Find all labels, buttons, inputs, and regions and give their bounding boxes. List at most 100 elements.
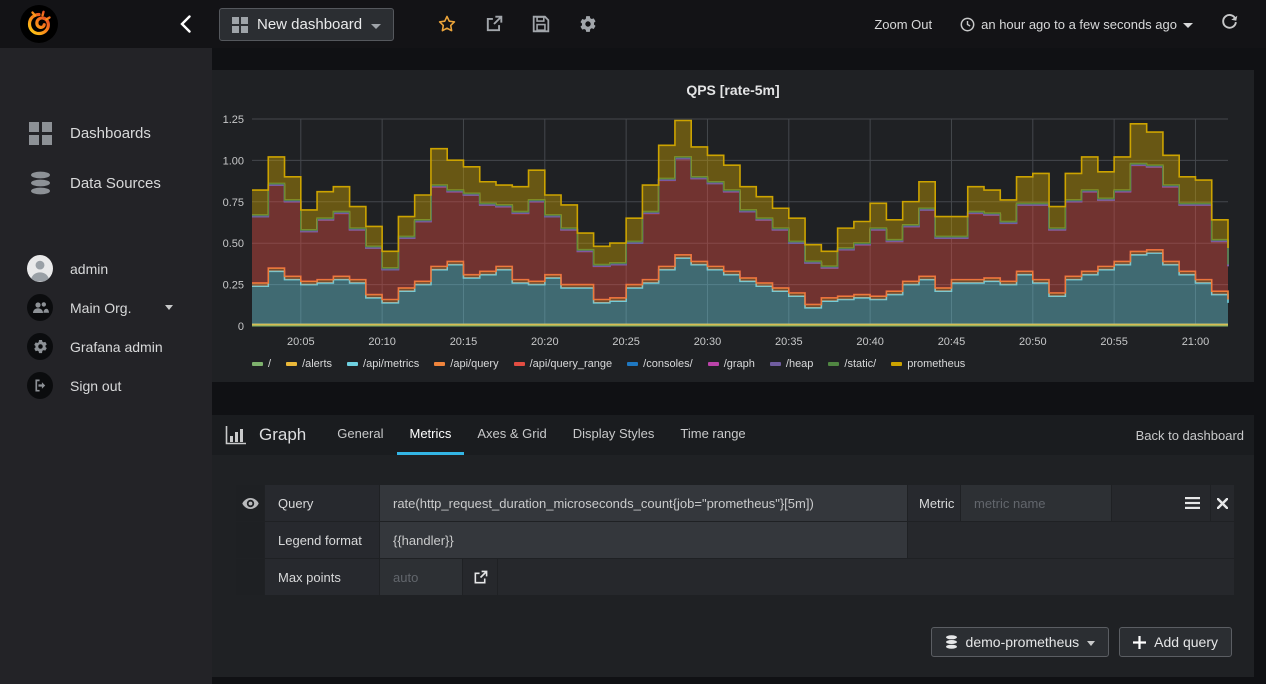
- svg-text:0.25: 0.25: [223, 280, 244, 292]
- svg-text:20:40: 20:40: [856, 336, 884, 348]
- tab-metrics[interactable]: Metrics: [396, 415, 465, 455]
- top-navbar: New dashboard Zoom Out an hour ago to a …: [0, 0, 1266, 48]
- legend-color-chip: [769, 362, 781, 366]
- query-expression-input[interactable]: rate(http_request_duration_microseconds_…: [380, 485, 907, 521]
- svg-text:0: 0: [238, 321, 244, 333]
- legend-item[interactable]: /api/query_range: [513, 358, 613, 370]
- legend-series-label: prometheus: [907, 358, 966, 370]
- back-to-dashboard-link[interactable]: Back to dashboard: [1136, 415, 1254, 455]
- legend-series-label: /consoles/: [643, 358, 693, 370]
- grid-icon: [27, 121, 53, 145]
- add-query-button[interactable]: Add query: [1119, 627, 1232, 657]
- tab-general[interactable]: General: [324, 415, 396, 455]
- metric-name-input[interactable]: metric name: [961, 485, 1111, 521]
- legend-series-label: /: [268, 358, 272, 370]
- navbar-action-icons: [438, 0, 597, 48]
- legend-item[interactable]: /static/: [828, 358, 876, 370]
- panel-title[interactable]: QPS [rate-5m]: [212, 82, 1254, 98]
- svg-text:20:30: 20:30: [694, 336, 722, 348]
- toggle-query-visibility-button[interactable]: [236, 485, 264, 521]
- chevron-down-icon: [1183, 22, 1193, 28]
- legend-item[interactable]: /graph: [707, 358, 755, 370]
- star-icon[interactable]: [438, 15, 456, 33]
- legend-item[interactable]: /api/query: [434, 358, 499, 370]
- legend-item[interactable]: prometheus: [891, 358, 965, 370]
- zoom-out-button[interactable]: Zoom Out: [874, 17, 932, 32]
- panel-type-label: Graph: [259, 425, 307, 444]
- sidebar-item-label: Grafana admin: [70, 338, 163, 355]
- legend-item[interactable]: /alerts: [286, 358, 332, 370]
- legend-item[interactable]: /consoles/: [627, 358, 693, 370]
- legend-format-input[interactable]: {{handler}}: [380, 522, 907, 558]
- refresh-icon[interactable]: [1221, 13, 1238, 35]
- time-range-picker[interactable]: an hour ago to a few seconds ago: [960, 17, 1193, 32]
- database-icon: [27, 171, 53, 195]
- tab-time-range[interactable]: Time range: [667, 415, 758, 455]
- gear-icon: [27, 333, 53, 360]
- query-menu-button[interactable]: [1112, 485, 1210, 521]
- panel-editor: Graph General Metrics Axes & Grid Displa…: [212, 415, 1254, 677]
- svg-text:0.75: 0.75: [223, 197, 244, 209]
- editor-body: Query rate(http_request_duration_microse…: [212, 455, 1254, 677]
- chevron-down-icon: [1087, 641, 1096, 646]
- share-icon[interactable]: [485, 15, 503, 33]
- legend-series-label: /graph: [723, 358, 755, 370]
- row-filler: [498, 559, 1234, 595]
- legend-color-chip: [434, 362, 446, 366]
- legend-item[interactable]: /heap: [769, 358, 814, 370]
- qps-stacked-area-chart[interactable]: 0 0.25 0.50 0.75 1.00 1.25 20:05 20:10 20:15 20:2…: [220, 109, 1246, 351]
- users-icon: [27, 294, 53, 321]
- svg-text:20:45: 20:45: [938, 336, 966, 348]
- legend-item[interactable]: /: [252, 358, 271, 370]
- legend-color-chip: [627, 362, 639, 366]
- database-icon: [945, 635, 957, 649]
- sidebar-item-label: Dashboards: [70, 124, 151, 142]
- sidebar-item-label: Main Org.: [70, 299, 132, 316]
- share-icon: [474, 570, 487, 583]
- tab-axes-grid[interactable]: Axes & Grid: [464, 415, 559, 455]
- legend-series-label: /api/query_range: [529, 358, 613, 370]
- legend-series-label: /static/: [844, 358, 877, 370]
- query-export-button[interactable]: [463, 559, 497, 595]
- sidebar: Dashboards Data Sources admin Main Org.: [0, 48, 212, 684]
- gear-icon[interactable]: [579, 15, 597, 33]
- svg-text:20:05: 20:05: [287, 336, 315, 348]
- legend-series-label: /api/query: [450, 358, 499, 370]
- sidebar-item-data-sources[interactable]: Data Sources: [0, 158, 212, 208]
- legend-color-chip: [252, 362, 263, 366]
- hamburger-icon: [1185, 497, 1200, 509]
- remove-query-button[interactable]: [1211, 485, 1234, 521]
- max-points-input[interactable]: auto: [380, 559, 462, 595]
- sidebar-item-label: admin: [70, 260, 109, 277]
- save-icon[interactable]: [532, 15, 550, 33]
- eye-icon: [241, 497, 259, 509]
- sidebar-item-main-org[interactable]: Main Org.: [0, 288, 212, 327]
- metric-label: Metric: [908, 485, 960, 521]
- editor-header: Graph General Metrics Axes & Grid Displa…: [212, 415, 1254, 455]
- datasource-dropdown-button[interactable]: demo-prometheus: [930, 627, 1110, 657]
- svg-text:0.50: 0.50: [223, 238, 244, 250]
- dashboard-picker-button[interactable]: New dashboard: [219, 8, 395, 41]
- collapse-sidebar-chevron-icon[interactable]: [175, 13, 195, 35]
- svg-text:1.25: 1.25: [223, 114, 244, 126]
- sidebar-item-sign-out[interactable]: Sign out: [0, 366, 212, 405]
- legend-item[interactable]: /api/metrics: [347, 358, 419, 370]
- chevron-down-icon: [165, 305, 174, 310]
- editor-actions: demo-prometheus Add query: [930, 627, 1232, 657]
- grafana-logo-icon[interactable]: [20, 5, 58, 43]
- legend-format-label: Legend format: [265, 522, 379, 558]
- legend-color-chip: [286, 362, 298, 366]
- tab-display-styles[interactable]: Display Styles: [560, 415, 668, 455]
- legend-series-label: /heap: [785, 358, 814, 370]
- sidebar-item-grafana-admin[interactable]: Grafana admin: [0, 327, 212, 366]
- navbar-right-controls: Zoom Out an hour ago to a few seconds ag…: [874, 0, 1238, 48]
- add-query-label: Add query: [1154, 634, 1218, 650]
- sidebar-item-admin-profile[interactable]: admin: [0, 249, 212, 288]
- legend-color-chip: [891, 362, 903, 366]
- chart-legend: / /alerts/api/metrics/api/query/api/query…: [252, 358, 965, 370]
- datasource-name: demo-prometheus: [965, 634, 1080, 650]
- sidebar-item-dashboards[interactable]: Dashboards: [0, 108, 212, 158]
- plus-icon: [1133, 635, 1147, 649]
- sidebar-item-label: Sign out: [70, 377, 122, 394]
- legend-color-chip: [513, 362, 525, 366]
